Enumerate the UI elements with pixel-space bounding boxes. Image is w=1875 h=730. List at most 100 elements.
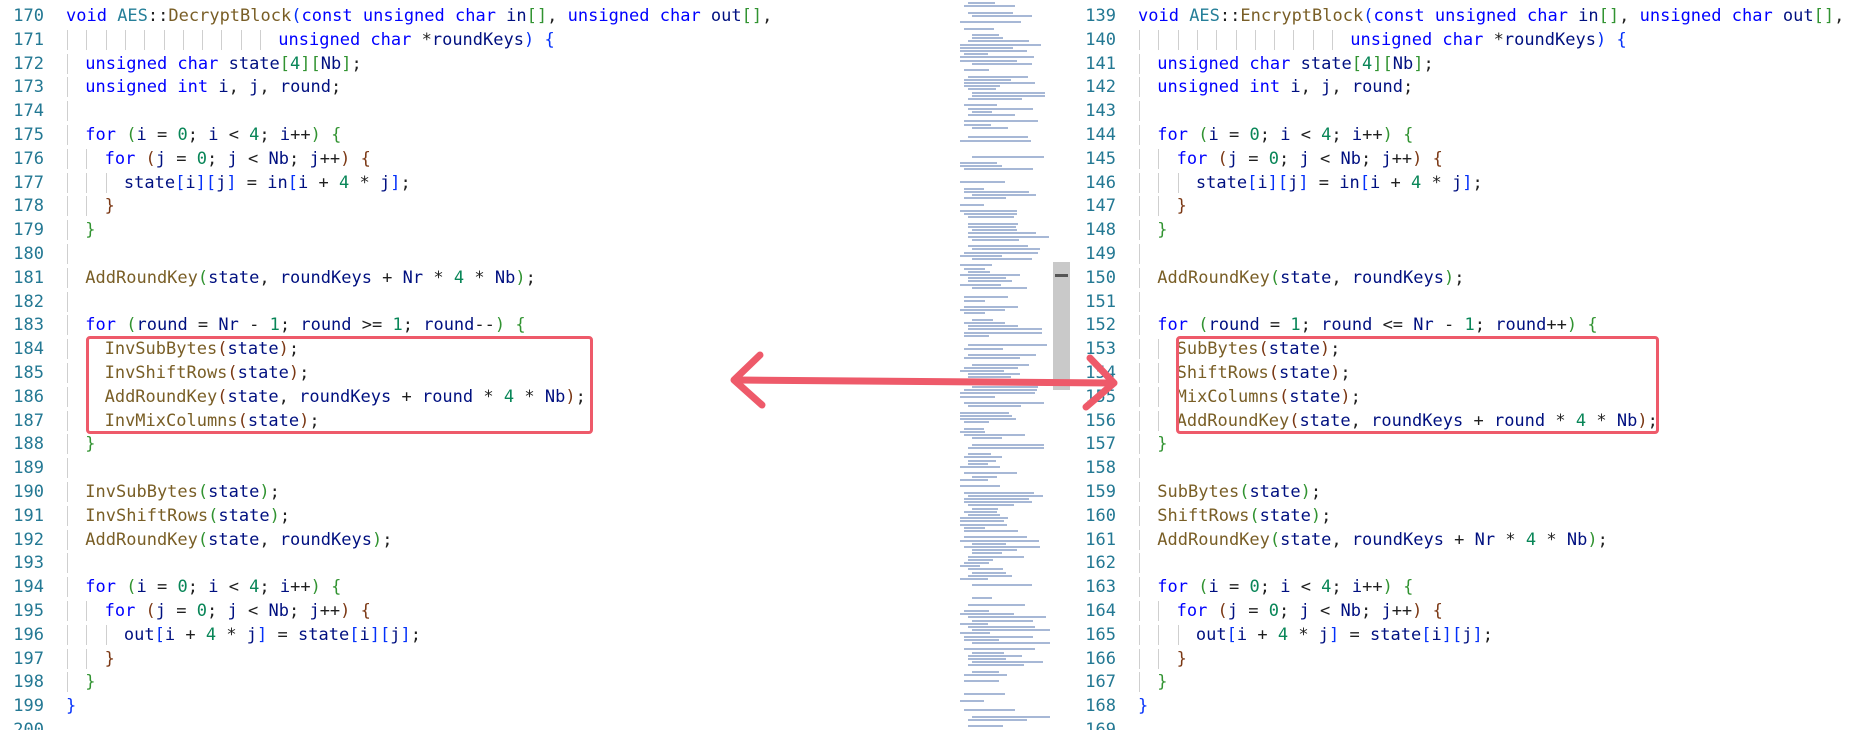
line-number: 161 <box>1085 529 1116 550</box>
code-line[interactable]: 197} <box>0 647 950 671</box>
minimap-line <box>960 21 1021 24</box>
minimap-line <box>972 386 1038 388</box>
line-number: 156 <box>1085 410 1116 431</box>
code-token: ] <box>1329 624 1340 645</box>
code-token: [ <box>175 172 186 193</box>
minimap-line <box>972 155 1044 158</box>
code-line[interactable]: 166} <box>1072 647 1875 671</box>
minimap-line <box>968 235 1049 238</box>
minimap-line <box>964 501 1032 504</box>
code-line[interactable]: 189 <box>0 456 950 480</box>
code-token: ; <box>1300 315 1322 336</box>
code-line[interactable]: 173 unsigned int i, j, round; <box>0 75 950 99</box>
code-token: ShiftRows <box>1157 505 1250 526</box>
code-line[interactable]: 174 <box>0 99 950 123</box>
code-text: for (j = 0; j < Nb; j++) { <box>1177 147 1443 171</box>
code-token: , <box>1331 77 1352 98</box>
code-line[interactable]: 140 unsigned char *roundKeys) { <box>1072 28 1875 52</box>
scrollbar-thumb[interactable] <box>1053 262 1070 390</box>
code-line[interactable]: 143 <box>1072 99 1875 123</box>
code-token: ] <box>1472 624 1483 645</box>
code-line[interactable]: 170 void AES::DecryptBlock(const unsigned… <box>0 4 950 28</box>
code-line[interactable]: 142 unsigned int i, j, round; <box>1072 75 1875 99</box>
code-line[interactable]: 196 out[i + 4 * j] = state[i][j]; <box>0 623 950 647</box>
code-line[interactable]: 181 AddRoundKey(state, roundKeys + Nr * 4… <box>0 266 950 290</box>
code-line[interactable]: 182 <box>0 290 950 314</box>
code-line[interactable]: 163 for (i = 0; i < 4; i++) { <box>1072 575 1875 599</box>
code-token: state <box>298 624 350 645</box>
line-number: 195 <box>13 601 44 621</box>
code-line[interactable]: 168} <box>1072 694 1875 718</box>
code-token: :: <box>147 6 169 26</box>
code-line[interactable]: 159 SubBytes(state); <box>1072 480 1875 504</box>
minimap-line <box>968 98 1022 100</box>
code-line[interactable]: 144 for (i = 0; i < 4; i++) { <box>1072 123 1875 147</box>
code-line[interactable]: 167} <box>1072 670 1875 694</box>
code-line[interactable]: 157} <box>1072 432 1875 456</box>
code-token: i <box>1257 172 1268 193</box>
code-line[interactable]: 146 state[i][j] = in[i + 4 * j]; <box>1072 171 1875 195</box>
minimap-line <box>964 536 1027 539</box>
code-line[interactable]: 160 ShiftRows(state); <box>1072 504 1875 528</box>
line-number: 177 <box>13 172 44 193</box>
code-line[interactable]: 162 <box>1072 551 1875 575</box>
code-line[interactable]: 151 <box>1072 290 1875 314</box>
code-token: ] <box>1413 53 1424 74</box>
code-line[interactable]: 178} <box>0 194 950 218</box>
code-line[interactable]: 150 AddRoundKey(state, roundKeys); <box>1072 266 1875 290</box>
line-number: 197 <box>13 648 44 669</box>
code-line[interactable]: 193 <box>0 551 950 575</box>
code-token: 4 <box>1277 624 1289 645</box>
code-token: i <box>185 172 196 193</box>
code-line[interactable]: 199} <box>0 694 950 718</box>
code-line[interactable]: 147} <box>1072 194 1875 218</box>
code-line[interactable]: 191 InvShiftRows(state); <box>0 504 950 528</box>
code-token: j <box>246 624 258 645</box>
code-token: ) <box>1595 29 1607 50</box>
code-line[interactable]: 158 <box>1072 456 1875 480</box>
code-token: } <box>1157 434 1168 455</box>
minimap-line <box>968 11 1013 14</box>
code-line[interactable]: 194 for (i = 0; i < 4; i++) { <box>0 575 950 599</box>
code-token: } <box>1157 220 1168 241</box>
code-line[interactable]: 145 for (j = 0; j < Nb; j++) { <box>1072 147 1875 171</box>
code-line[interactable]: 177 state[i][j] = in[i + 4 * j]; <box>0 171 950 195</box>
code-line[interactable]: 198} <box>0 670 950 694</box>
code-line[interactable]: 188} <box>0 432 950 456</box>
code-line[interactable]: 171 unsigned char *roundKeys) { <box>0 28 950 52</box>
code-line[interactable]: 169 <box>1072 718 1875 730</box>
code-token: , <box>762 6 773 26</box>
minimap-line <box>964 104 997 107</box>
minimap-line <box>964 322 1005 324</box>
code-token: Nr <box>218 315 239 336</box>
code-line[interactable]: 176 for (j = 0; j < Nb; j++) { <box>0 147 950 171</box>
code-line[interactable]: 183 for (round = Nr - 1; round >= 1; roun… <box>0 313 950 337</box>
code-token: ) <box>1566 315 1578 336</box>
code-line[interactable]: 152 for (round = 1; round <= Nr - 1; roun… <box>1072 313 1875 337</box>
code-token: ( <box>208 505 219 526</box>
minimap-line <box>960 411 1009 414</box>
code-line[interactable]: 149 <box>1072 242 1875 266</box>
minimap-line <box>964 299 985 302</box>
code-line[interactable]: 172 unsigned char state[4][Nb]; <box>0 52 950 76</box>
code-token: ] <box>1462 172 1473 193</box>
code-line[interactable]: 165 out[i + 4 * j] = state[i][j]; <box>1072 623 1875 647</box>
code-line[interactable]: 139 void AES::EncryptBlock(const unsigned… <box>1072 4 1875 28</box>
code-line[interactable]: 180 <box>0 242 950 266</box>
code-line[interactable]: 192 AddRoundKey(state, roundKeys); <box>0 528 950 552</box>
code-line[interactable]: 164 for (j = 0; j < Nb; j++) { <box>1072 599 1875 623</box>
code-token: ; <box>400 172 411 193</box>
code-line[interactable]: 141 unsigned char state[4][Nb]; <box>1072 52 1875 76</box>
code-line[interactable]: 179} <box>0 218 950 242</box>
minimap-line <box>968 555 1024 558</box>
code-line[interactable]: 190 InvSubBytes(state); <box>0 480 950 504</box>
minimap-line <box>960 139 1031 142</box>
code-line[interactable]: 148} <box>1072 218 1875 242</box>
code-line[interactable]: 200 <box>0 718 950 730</box>
indent-guide <box>1139 220 1140 241</box>
minimap-line <box>968 574 1012 577</box>
code-line[interactable]: 175 for (i = 0; i < 4; i++) { <box>0 123 950 147</box>
code-line[interactable]: 195 for (j = 0; j < Nb; j++) { <box>0 599 950 623</box>
code-token: state <box>123 172 176 193</box>
code-line[interactable]: 161 AddRoundKey(state, roundKeys + Nr * 4… <box>1072 528 1875 552</box>
